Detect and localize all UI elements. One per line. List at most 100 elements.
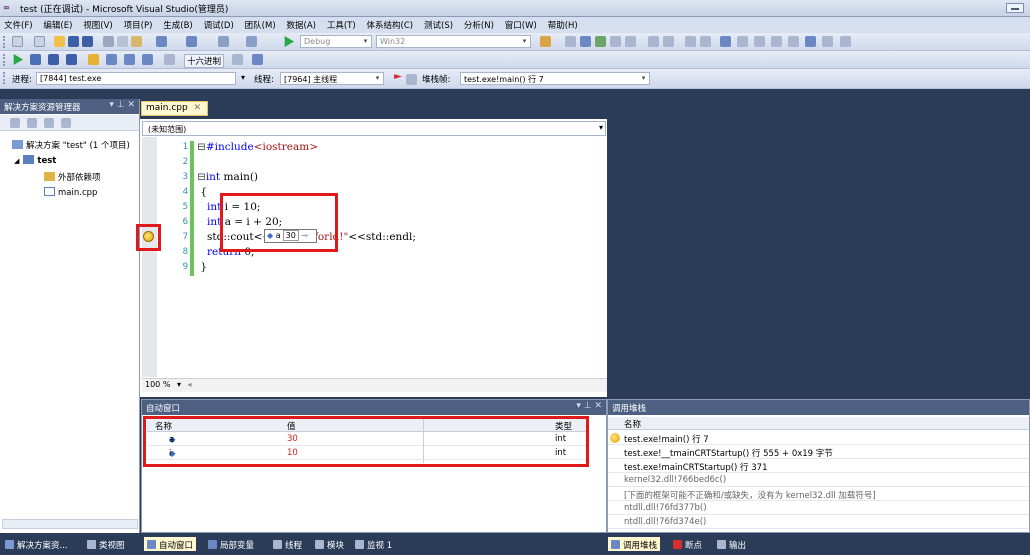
tab-call-stack[interactable]: 调用堆栈	[608, 537, 661, 551]
table-row[interactable]: test.exe!main() 行 7	[608, 432, 1029, 445]
toolbar-icon-g[interactable]	[737, 36, 748, 47]
toolbar-icon-f[interactable]	[720, 36, 731, 47]
menu-window[interactable]: 窗口(W)	[501, 17, 541, 31]
flag-icon[interactable]	[394, 74, 402, 79]
new-project-icon[interactable]	[12, 36, 23, 47]
undo-icon[interactable]	[156, 36, 167, 47]
stack-frame-select[interactable]: test.exe!main() 行 7 ▾	[460, 72, 650, 85]
toolbar-icon-b[interactable]	[580, 36, 591, 47]
hex-display-button[interactable]: 十六进制	[184, 54, 225, 68]
filter-icon[interactable]	[406, 74, 417, 85]
step-into-icon[interactable]	[106, 54, 117, 65]
minimize-button[interactable]	[1006, 3, 1024, 13]
uncomment-icon[interactable]	[700, 36, 711, 47]
pin-icon[interactable]: ▾ ⊥ ✕	[109, 100, 135, 110]
tab-autos[interactable]: 自动窗口	[144, 537, 197, 551]
paste-icon[interactable]	[131, 36, 142, 47]
toolbar-icon-d[interactable]	[610, 36, 621, 47]
tab-threads[interactable]: 线程	[270, 537, 305, 551]
menu-project[interactable]: 项目(P)	[120, 17, 157, 31]
step-out-icon[interactable]	[142, 54, 153, 65]
toolbar-icon-e[interactable]	[625, 36, 636, 47]
menu-data[interactable]: 数据(A)	[283, 17, 320, 31]
tab-watch-1[interactable]: 监视 1	[352, 537, 395, 551]
tab-breakpoints[interactable]: 断点	[670, 537, 705, 551]
menu-tools[interactable]: 工具(T)	[323, 17, 360, 31]
save-icon[interactable]	[68, 36, 79, 47]
navigate-back-icon[interactable]	[218, 36, 229, 47]
horizontal-scrollbar[interactable]	[2, 519, 138, 529]
tab-class-view[interactable]: 类视图	[84, 537, 128, 551]
table-row[interactable]: test.exe!__tmainCRTStartup() 行 555 + 0x1…	[608, 446, 1029, 459]
tree-item-external-deps[interactable]: 外部依赖项	[44, 171, 101, 183]
find-icon[interactable]	[540, 36, 551, 47]
menu-view[interactable]: 视图(V)	[79, 17, 116, 31]
tab-locals[interactable]: 局部变量	[205, 537, 257, 551]
process-select[interactable]: [7844] test.exe	[36, 72, 236, 85]
menu-debug[interactable]: 调试(D)	[200, 17, 238, 31]
continue-icon[interactable]	[13, 54, 23, 65]
toolbar-icon-m[interactable]	[840, 36, 851, 47]
show-all-files-icon[interactable]	[27, 118, 37, 128]
quickwatch-icon[interactable]	[164, 54, 175, 65]
close-icon[interactable]: ▾ ⊥ ✕	[576, 401, 602, 411]
scroll-left-icon[interactable]: ◂	[188, 380, 192, 389]
tab-solution-explorer[interactable]: 解决方案资...	[2, 537, 71, 551]
menu-file[interactable]: 文件(F)	[0, 17, 37, 31]
add-item-icon[interactable]	[34, 36, 45, 47]
tab-main-cpp[interactable]: main.cpp ✕	[141, 101, 208, 116]
toolbar-icon-l[interactable]	[822, 36, 833, 47]
menu-help[interactable]: 帮助(H)	[544, 17, 582, 31]
properties-icon[interactable]	[10, 118, 20, 128]
cut-icon[interactable]	[103, 36, 114, 47]
menu-analyze[interactable]: 分析(N)	[460, 17, 498, 31]
restart-icon[interactable]	[66, 54, 77, 65]
redo-icon[interactable]	[186, 36, 197, 47]
show-next-statement-icon[interactable]	[88, 54, 99, 65]
table-row[interactable]: kernel32.dll!766bed6c()	[608, 474, 1029, 487]
collapse-arrow-icon[interactable]: ◢	[14, 157, 19, 165]
navigate-forward-icon[interactable]	[246, 36, 257, 47]
toolbar-icon-c[interactable]	[595, 36, 606, 47]
toolbar-icon-a[interactable]	[565, 36, 576, 47]
table-row[interactable]: [下面的框架可能不正确和/或缺失，没有为 kernel32.dll 加载符号]	[608, 488, 1029, 501]
copy-icon[interactable]	[117, 36, 128, 47]
tree-item-project[interactable]: ◢ test	[14, 155, 56, 166]
thread-select[interactable]: [7964] 主线程 ▾	[280, 72, 384, 85]
outdent-icon[interactable]	[663, 36, 674, 47]
open-folder-icon[interactable]	[54, 36, 65, 47]
refresh-icon[interactable]	[44, 118, 54, 128]
menu-build[interactable]: 生成(B)	[159, 17, 196, 31]
menu-team[interactable]: 团队(M)	[241, 17, 280, 31]
solution-config-select[interactable]: Debug ▾	[300, 35, 372, 48]
menu-test[interactable]: 测试(S)	[420, 17, 457, 31]
tree-item-solution[interactable]: 解决方案 "test" (1 个项目)	[12, 139, 130, 151]
platform-select[interactable]: Win32 ▾	[376, 35, 531, 48]
table-row[interactable]: ntdll.dll!76fd377b()	[608, 502, 1029, 515]
indent-icon[interactable]	[648, 36, 659, 47]
table-row[interactable]: test.exe!mainCRTStartup() 行 371	[608, 460, 1029, 473]
step-over-icon[interactable]	[124, 54, 135, 65]
breakpoint-gutter[interactable]	[142, 137, 157, 377]
close-tab-icon[interactable]: ✕	[194, 103, 202, 113]
scope-dropdown[interactable]: (未知范围) ▾	[142, 121, 606, 136]
toolbar-icon-k[interactable]	[805, 36, 816, 47]
breakpoints-window-icon[interactable]	[252, 54, 263, 65]
stop-debugging-icon[interactable]	[48, 54, 59, 65]
menu-edit[interactable]: 编辑(E)	[39, 17, 76, 31]
tree-item-main-cpp[interactable]: main.cpp	[44, 187, 97, 198]
menu-architecture[interactable]: 体系结构(C)	[363, 17, 418, 31]
tab-modules[interactable]: 模块	[312, 537, 347, 551]
toolbar-icon-i[interactable]	[771, 36, 782, 47]
tab-output[interactable]: 输出	[714, 537, 749, 551]
zoom-select[interactable]: 100 %	[145, 380, 170, 389]
save-all-icon[interactable]	[82, 36, 93, 47]
toolbar-icon-n[interactable]	[232, 54, 243, 65]
break-all-icon[interactable]	[30, 54, 41, 65]
start-debugging-icon[interactable]	[284, 36, 294, 47]
comment-icon[interactable]	[685, 36, 696, 47]
toolbar-icon-h[interactable]	[754, 36, 765, 47]
table-row[interactable]: ntdll.dll!76fd374e()	[608, 516, 1029, 529]
toolbar-icon-j[interactable]	[788, 36, 799, 47]
view-class-diagram-icon[interactable]	[61, 118, 71, 128]
